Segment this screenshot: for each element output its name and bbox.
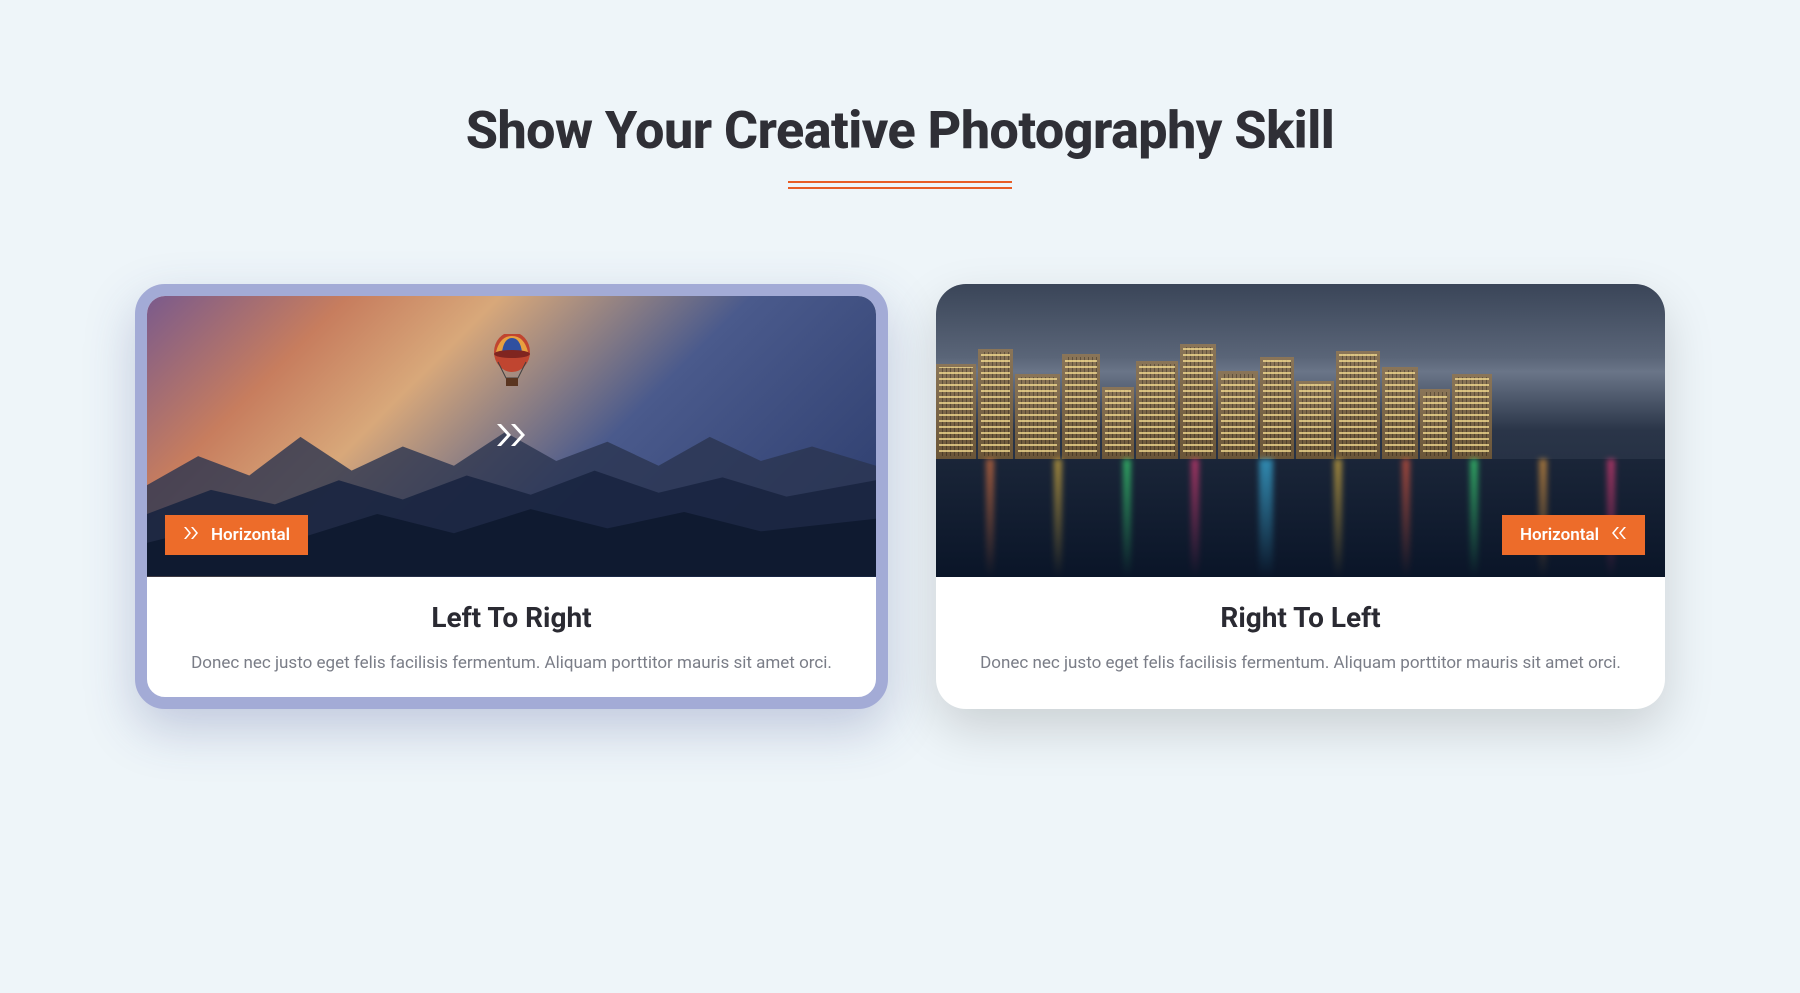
card-description: Donec nec justo eget felis facilisis fer… [964,650,1637,677]
card-body: Right To Left Donec nec justo eget felis… [936,577,1665,709]
main-container: Show Your Creative Photography Skill [0,0,1800,709]
heading-divider [788,181,1012,189]
balloon-scene: Horizontal [147,296,876,577]
hot-air-balloon-icon [488,334,536,398]
city-scene: Horizontal [936,284,1665,577]
divider-line-1 [788,181,1012,183]
badge-label: Horizontal [211,525,290,545]
card-title: Left To Right [163,601,860,634]
cards-row: Horizontal Left To Right Donec nec justo… [135,284,1665,709]
card-right-to-left[interactable]: Horizontal Right To Left Donec nec justo… [936,284,1665,709]
page-heading: Show Your Creative Photography Skill [135,100,1665,161]
card-title: Right To Left [964,601,1637,634]
badge-label: Horizontal [1520,525,1599,545]
card-image-balloon: Horizontal [147,296,876,577]
card-left-to-right[interactable]: Horizontal Left To Right Donec nec justo… [135,284,888,709]
horizontal-badge-left[interactable]: Horizontal [165,515,308,555]
card-body: Left To Right Donec nec justo eget felis… [147,577,876,697]
horizontal-badge-right[interactable]: Horizontal [1502,515,1645,555]
city-buildings-graphic [936,344,1665,459]
heading-wrapper: Show Your Creative Photography Skill [135,100,1665,189]
card-description: Donec nec justo eget felis facilisis fer… [163,650,860,677]
double-chevron-right-icon [183,525,201,545]
double-chevron-left-icon [1609,525,1627,545]
card-image-city: Horizontal [936,284,1665,577]
double-chevron-right-icon [495,422,529,452]
divider-line-2 [788,187,1012,189]
